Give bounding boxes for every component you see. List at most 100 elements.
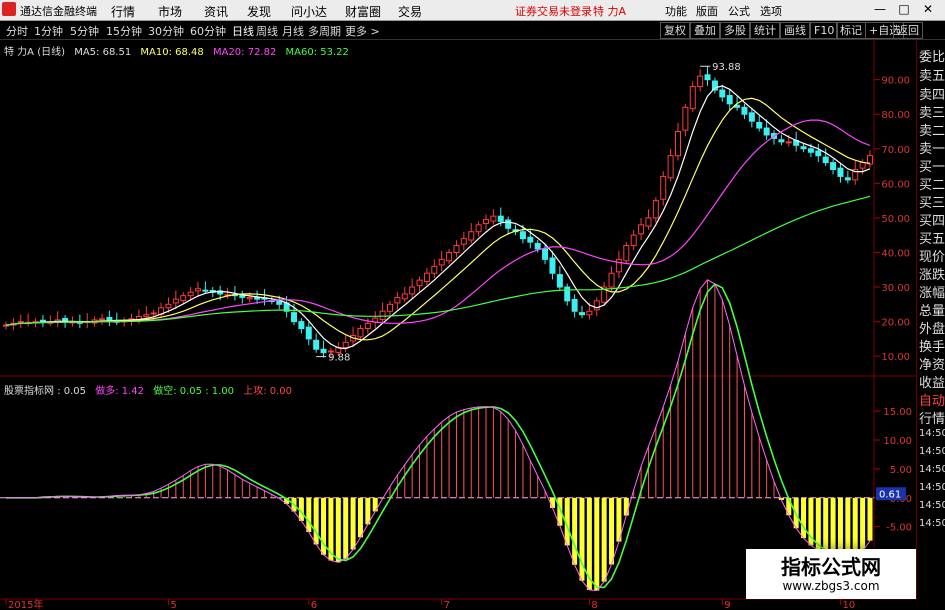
candle-body [608,272,615,288]
indicator-legend: 股票指标网 : 0.05 做多: 1.42 做空: 0.05 : 1.00 上攻… [4,382,292,397]
menu-item-trade[interactable]: 交易 [398,3,422,20]
candle-body [187,291,194,297]
price-tick-label: 30.00 [881,283,910,294]
period-15min[interactable]: 15分钟 [106,23,142,39]
panel-label: 涨跌 [919,268,945,283]
period-30min[interactable]: 30分钟 [148,23,184,39]
candle-body [763,127,770,136]
panel-label: 卖五 [919,69,945,84]
multi-stock-button[interactable]: 多股 [720,22,750,39]
time-label: 14:50 [919,482,945,493]
watermark: 指标公式网 www.zbgs3.com [746,549,916,599]
menu-function[interactable]: 功能 [665,3,687,19]
watermark-url: www.zbgs3.com [782,579,880,593]
kline-chart[interactable]: 10.00 20.00 30.00 40.00 50.00 60.00 70.00 80.00… [0,40,916,610]
period-1min[interactable]: 1分钟 [34,23,63,39]
menu-item-market[interactable]: 市场 [158,3,182,20]
candle-body [675,131,681,157]
period-weekly[interactable]: 周线 [256,23,278,39]
candle-body [719,89,726,98]
candle-body [704,74,711,81]
candle-body [143,314,150,317]
candle-body [379,310,386,321]
menu-item-wealth[interactable]: 财富圈 [345,3,381,20]
menu-formula[interactable]: 公式 [728,3,750,19]
auto-quote-label[interactable]: 自动 [919,390,945,409]
candle-body [364,322,371,330]
period-more[interactable]: 更多 > [345,23,380,39]
candle-body [17,321,24,324]
period-5min[interactable]: 5分钟 [70,23,99,39]
menu-item-quotes[interactable]: 行情 [111,3,135,20]
indicator-bar-down [313,497,319,545]
candle-body [556,274,563,288]
price-tick-label: 20.00 [881,318,910,329]
candle-body [313,339,320,350]
annotation-label: 93.88 [712,62,741,73]
period-tick[interactable]: 分时 [6,23,28,39]
f10-button[interactable]: F10 [810,22,839,39]
back-button[interactable]: 返回 [893,22,923,39]
candle-body [39,319,46,322]
quote-label[interactable]: 行情 [919,408,945,427]
candle-body [291,312,297,323]
candle-body [815,150,822,157]
time-label: 14:50 [919,518,945,529]
candle-body [519,231,526,240]
candle-body [246,296,253,300]
candle-body [807,148,814,153]
candle-body [756,122,763,129]
panel-label: 卖一 [919,142,945,157]
overlay-button[interactable]: 叠加 [690,22,720,39]
candle-body [615,258,622,273]
chart-title: 特 力A (日线) [4,47,66,58]
candle-body [844,177,851,181]
candle-body [542,248,549,260]
period-monthly[interactable]: 月线 [282,23,304,39]
candle-body [638,224,645,235]
candle-body [748,112,755,122]
indicator-bar-down [860,497,866,552]
candle-body [99,318,105,321]
close-icon[interactable]: ✕ [920,1,936,17]
indicator-bar-down [306,497,312,533]
month-label: 2015年 [8,598,43,610]
candle-body [645,217,652,227]
indicator-bar-down [623,497,629,516]
menu-item-ask[interactable]: 问小达 [291,3,327,20]
stats-button[interactable]: 统计 [750,22,780,39]
indicator-bar-down [357,497,363,538]
candle-body [697,75,704,88]
period-multi[interactable]: 多周期 [308,23,341,39]
minimize-icon[interactable]: — [872,1,888,17]
period-daily[interactable]: 日线 [232,23,254,39]
menu-layout[interactable]: 版面 [696,3,718,19]
indicator-tick-label: 15.00 [883,407,912,418]
candle-body [202,289,209,292]
candle-body [859,162,866,169]
candle-body [195,288,201,292]
stock-name: 特 力A [593,5,627,18]
mark-button[interactable]: 标记 [836,22,866,39]
period-60min[interactable]: 60分钟 [190,23,226,39]
maximize-icon[interactable]: □ [896,1,912,17]
candle-body [564,286,571,302]
menu-options[interactable]: 选项 [760,3,782,19]
candle-body [623,245,630,262]
candle-body [822,156,829,164]
draw-button[interactable]: 画线 [780,22,810,39]
price-tick-label: 70.00 [881,145,910,156]
ma20-label: MA20: 72.82 [212,47,277,58]
indicator-bar-down [823,497,829,556]
indicator-bar-down [335,497,341,563]
time-label: 14:50 [919,464,945,475]
current-value-label: 0.61 [879,489,901,500]
price-tick-label: 80.00 [881,110,910,121]
candle-body [298,321,305,330]
panel-label: 收益 [919,376,945,391]
login-status[interactable]: 证券交易未登录 [515,3,592,19]
menu-item-news[interactable]: 资讯 [204,3,228,20]
menu-item-discover[interactable]: 发现 [247,3,271,20]
adjust-button[interactable]: 复权 [660,22,690,39]
candle-body [490,215,497,222]
